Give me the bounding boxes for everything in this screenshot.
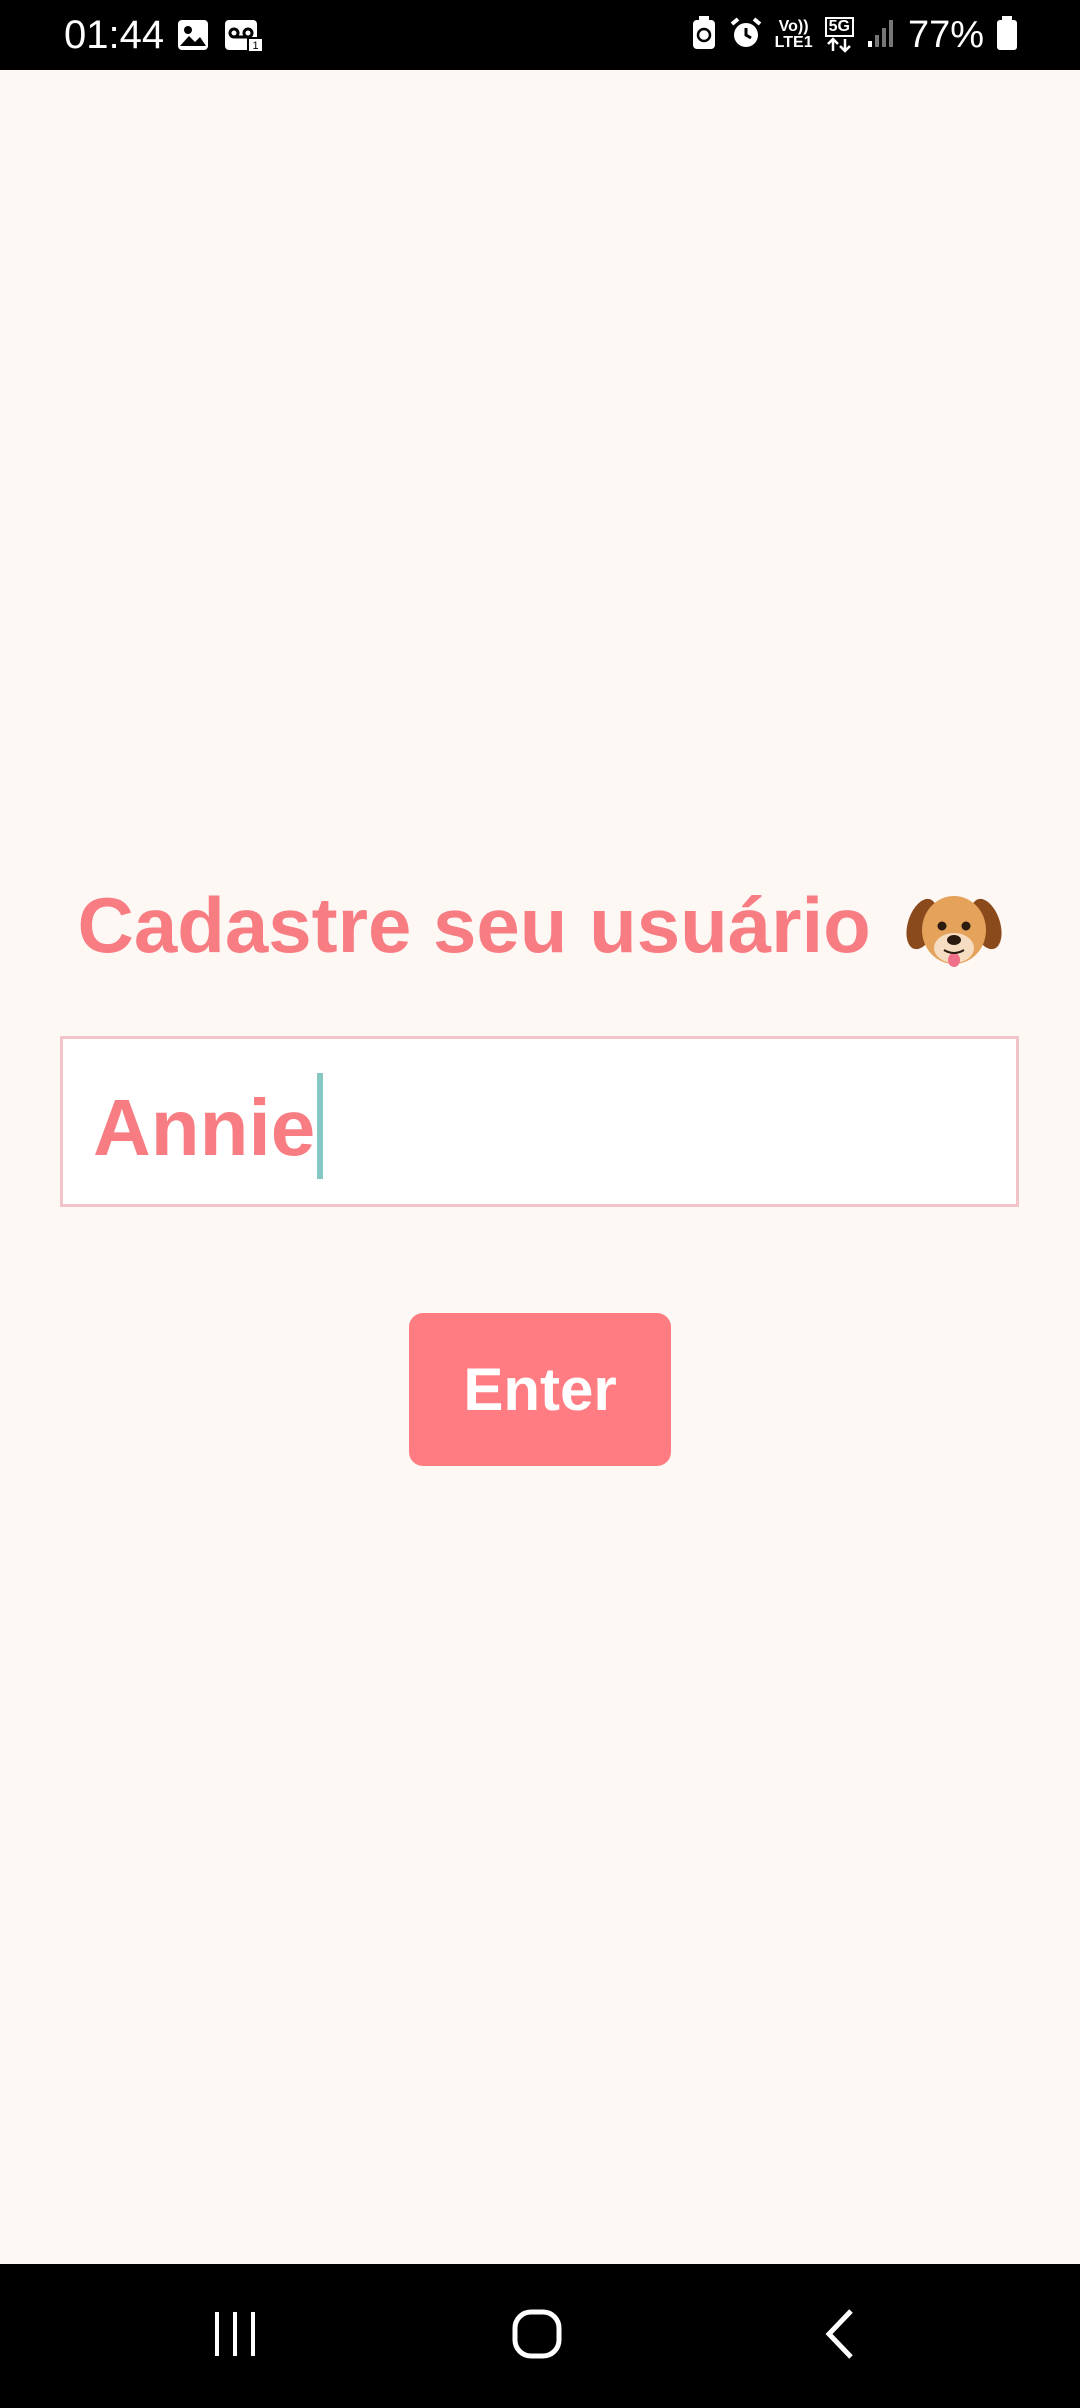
battery-percent: 77% bbox=[907, 14, 984, 56]
gallery-icon bbox=[176, 18, 210, 57]
text-cursor bbox=[317, 1072, 324, 1179]
status-time: 01:44 bbox=[64, 13, 165, 57]
recent-apps-icon bbox=[210, 2310, 260, 2363]
username-input[interactable]: Annie bbox=[60, 1036, 1019, 1207]
5g-icon: 5G bbox=[824, 17, 854, 53]
recent-apps-button[interactable] bbox=[155, 2264, 315, 2408]
volte-icon: Vo)) LTE1 bbox=[774, 18, 813, 51]
notification-icons: 1 bbox=[176, 18, 264, 57]
username-input-value: Annie bbox=[93, 1083, 316, 1172]
home-icon bbox=[511, 2308, 563, 2365]
svg-text:1: 1 bbox=[252, 40, 258, 52]
enter-button[interactable]: Enter bbox=[409, 1313, 671, 1466]
dog-face-icon bbox=[906, 886, 1003, 976]
voicemail-icon: 1 bbox=[224, 18, 264, 57]
battery-icon bbox=[996, 15, 1018, 56]
back-button[interactable] bbox=[760, 2264, 920, 2408]
signal-icon bbox=[866, 17, 896, 54]
navigation-bar bbox=[0, 2264, 1080, 2408]
page-title: Cadastre seu usuário bbox=[0, 880, 1080, 976]
username-input-content: Annie bbox=[93, 1072, 324, 1179]
status-bar: 01:44 1 Vo)) LTE1 5G 77% bbox=[0, 0, 1080, 70]
app-screen: 01:44 1 Vo)) LTE1 5G 77% Cadastre seu us… bbox=[0, 0, 1080, 2408]
title-text: Cadastre seu usuário bbox=[77, 881, 871, 969]
back-icon bbox=[823, 2308, 857, 2365]
battery-saver-icon bbox=[691, 15, 717, 56]
status-right-icons: Vo)) LTE1 5G 77% bbox=[691, 12, 1018, 58]
home-button[interactable] bbox=[457, 2264, 617, 2408]
alarm-icon bbox=[729, 16, 763, 55]
